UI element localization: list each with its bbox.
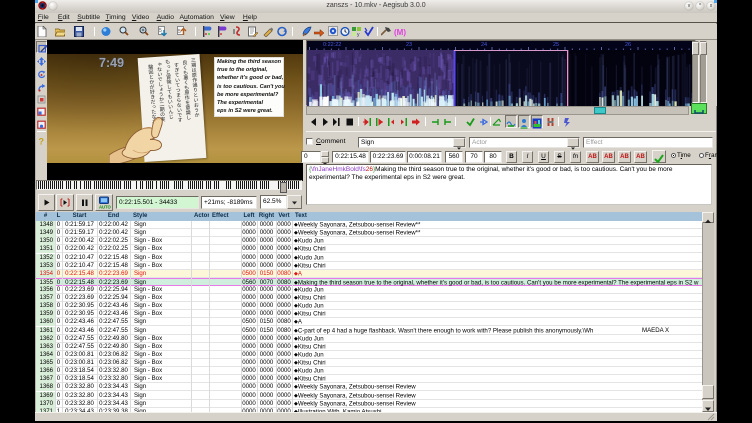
svg-text:?: ? — [39, 137, 45, 147]
svg-text:5: 5 — [178, 29, 181, 35]
svg-text:5: 5 — [159, 28, 162, 34]
svg-text:(M): (M) — [394, 28, 406, 37]
svg-text:AUTO: AUTO — [99, 205, 112, 210]
svg-text:y: y — [357, 32, 360, 37]
